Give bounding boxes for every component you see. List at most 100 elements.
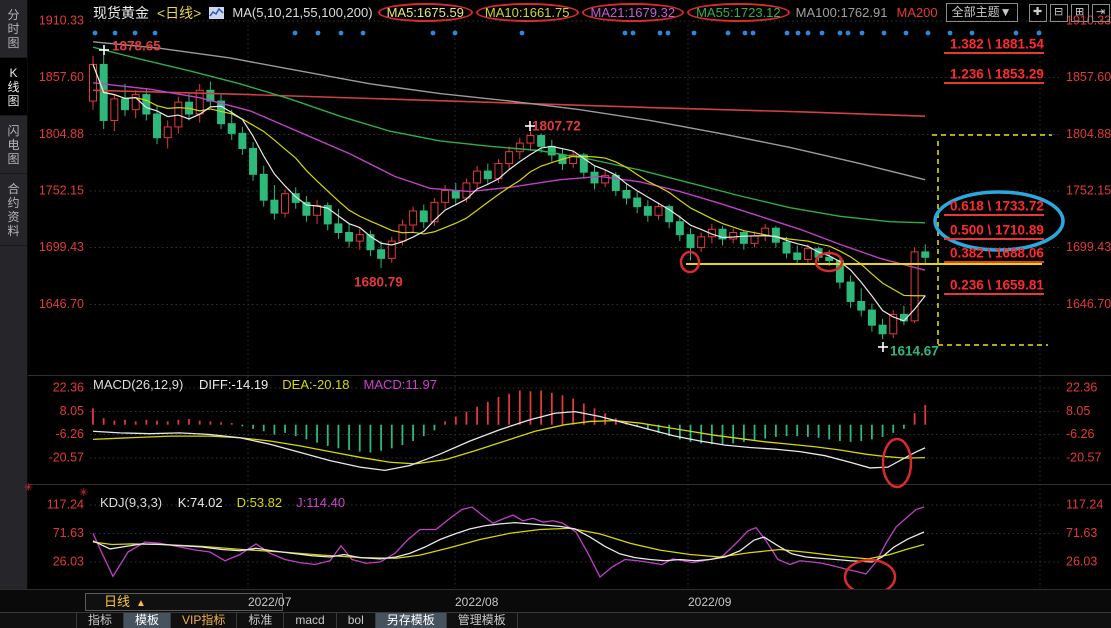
svg-text:1752.15: 1752.15 [1066,183,1111,197]
candlestick [228,124,235,134]
candlestick [143,95,150,114]
svg-text:71.63: 71.63 [1066,526,1097,540]
candlestick [879,325,886,334]
svg-text:1804.88: 1804.88 [1066,127,1111,141]
candlestick [356,235,363,241]
ma-formula-label: MA(5,10,21,55,100,200) [232,5,372,20]
sidebar-item-闪电图[interactable]: 闪电图 [0,116,27,174]
toolbar-tab-模板[interactable]: 模板 [124,613,171,628]
svg-text:-6.26: -6.26 [1066,427,1095,441]
candlestick [154,114,161,138]
toolbar-tab-管理模板[interactable]: 管理模板 [447,613,518,628]
trading-app-window: 1910.331910.331857.601857.601804.881804.… [0,0,1111,628]
candlestick [474,171,481,183]
candlestick [282,194,289,213]
alert-icon[interactable]: ✳ [24,481,33,494]
date-tick-label: 2022/08 [455,595,498,609]
ma-value-label: MA21:1679.32 [582,3,685,22]
period-selector-label: 日线 [104,594,130,609]
svg-text:-20.57: -20.57 [49,450,84,464]
toolbar-tab-指标[interactable]: 指标 [76,613,124,628]
svg-text:26.03: 26.03 [1066,554,1097,568]
macd-header: MACD(26,12,9) DIFF:-14.19DEA:-20.18MACD:… [93,377,451,392]
candlestick [783,242,790,253]
svg-text:22.36: 22.36 [53,380,84,394]
candlestick [239,133,246,148]
toolbar-tab-标准[interactable]: 标准 [237,613,284,628]
period-title: <日线> [157,3,201,23]
ma55-line [93,47,925,223]
kdj-d-line [93,528,924,559]
kdj-j-line [93,507,924,577]
dropdown-arrow-icon: ▲ [136,598,146,609]
svg-text:1680.79: 1680.79 [354,275,403,290]
svg-text:1646.70: 1646.70 [1066,297,1111,311]
ma-value-label: MA5:1675.59 [378,3,473,22]
candlestick [922,252,929,257]
candlestick [751,236,758,244]
svg-text:117.24: 117.24 [1066,497,1103,511]
svg-text:-6.26: -6.26 [56,427,85,441]
ma-value-label: MA55:1723.12 [687,3,790,22]
red-circle-annotation [883,439,911,487]
candlestick [484,171,491,179]
svg-text:8.05: 8.05 [60,404,84,418]
kdj-title: KDJ(9,3,3) [100,495,162,510]
chart-type-icon[interactable] [209,7,224,19]
alert-icon[interactable]: ✳ [79,486,88,499]
toolbar-tab-VIP指标[interactable]: VIP指标 [171,613,237,628]
svg-text:1.236 \ 1853.29: 1.236 \ 1853.29 [950,67,1044,82]
candlestick [132,95,139,110]
ma10-line [93,64,925,295]
candlestick [858,301,865,310]
candlestick [911,252,918,321]
pan-icon[interactable]: ✚ [1029,4,1047,22]
svg-text:1614.67: 1614.67 [890,344,939,359]
indicator-value-label: DEA:-20.18 [282,377,349,392]
ma-value-label: MA10:1661.75 [476,3,579,22]
indicator-value-label: MACD:11.97 [364,377,437,392]
candlestick [442,190,449,202]
svg-text:1646.70: 1646.70 [39,297,84,311]
candlestick [698,237,705,248]
svg-text:0.500 \ 1710.89: 0.500 \ 1710.89 [950,223,1044,238]
toolbar-tab-macd[interactable]: macd [284,613,336,628]
sidebar-item-分时图[interactable]: 分时图 [0,0,27,58]
symbol-title: 现货黄金 [93,3,149,23]
candlestick [772,228,779,242]
candlestick [452,190,459,198]
date-axis-row: 日线▲ 2022/072022/082022/09 [0,589,1111,612]
toolbar-tab-另存模板[interactable]: 另存模板 [376,613,447,628]
shrink-axis-icon[interactable]: ⊟ [1050,4,1068,22]
svg-text:1857.60: 1857.60 [1066,70,1111,84]
candlestick [111,99,118,121]
svg-text:0.236 \ 1659.81: 0.236 \ 1659.81 [950,278,1044,293]
exit-icon[interactable]: ⇥ [1092,4,1110,22]
candlestick [740,233,747,244]
indicator-value-label: D:53.82 [237,495,283,510]
window-icon-buttons: ✚⊟⊞⇥ [1026,4,1111,22]
svg-text:0.618 \ 1733.72: 0.618 \ 1733.72 [950,199,1044,214]
red-circle-annotation [681,252,699,272]
candlestick [431,202,438,221]
svg-text:1752.15: 1752.15 [39,183,84,197]
candlestick [164,127,171,138]
sidebar-item-K线图[interactable]: K线图 [0,58,27,116]
candlestick [346,233,353,242]
expand-axis-icon[interactable]: ⊞ [1071,4,1089,22]
candlestick [538,136,545,147]
toolbar-tab-bol[interactable]: bol [337,613,376,628]
candlestick [122,99,129,110]
date-tick-label: 2022/07 [248,595,291,609]
candlestick [847,282,854,301]
svg-text:1807.72: 1807.72 [532,119,581,134]
candlestick [335,224,342,233]
svg-text:1699.43: 1699.43 [1066,240,1111,254]
theme-dropdown-button[interactable]: 全部主题▼ [946,3,1018,22]
svg-text:71.63: 71.63 [53,526,84,540]
candlestick [794,253,801,259]
candlestick [868,310,875,325]
sidebar-item-合约资料[interactable]: 合约资料 [0,174,27,246]
chart-canvas: 1910.331910.331857.601857.601804.881804.… [0,0,1111,628]
candlestick [378,250,385,259]
